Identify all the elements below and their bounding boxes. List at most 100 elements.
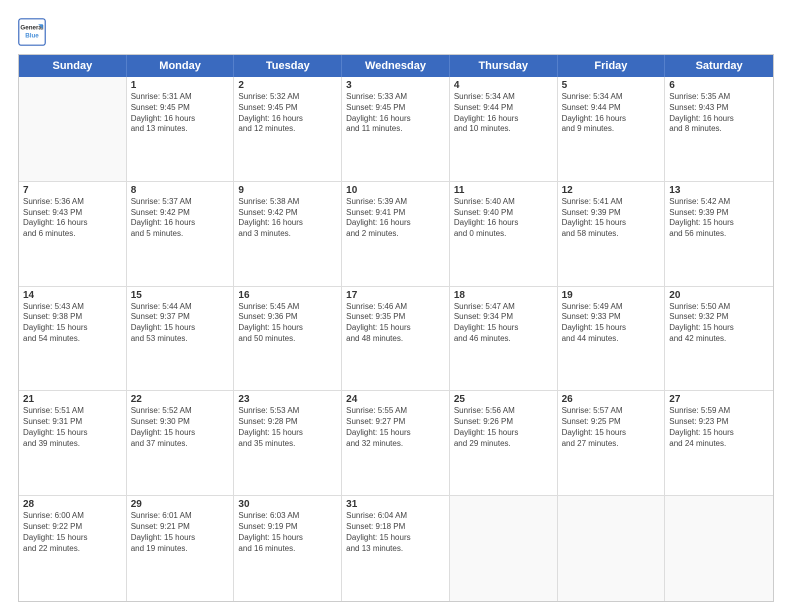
calendar-cell: 17Sunrise: 5:46 AM Sunset: 9:35 PM Dayli…	[342, 287, 450, 391]
day-info: Sunrise: 5:52 AM Sunset: 9:30 PM Dayligh…	[131, 406, 230, 449]
calendar-cell: 7Sunrise: 5:36 AM Sunset: 9:43 PM Daylig…	[19, 182, 127, 286]
calendar-cell: 25Sunrise: 5:56 AM Sunset: 9:26 PM Dayli…	[450, 391, 558, 495]
day-info: Sunrise: 6:04 AM Sunset: 9:18 PM Dayligh…	[346, 511, 445, 554]
day-number: 11	[454, 185, 553, 196]
calendar-cell: 10Sunrise: 5:39 AM Sunset: 9:41 PM Dayli…	[342, 182, 450, 286]
calendar-week-5: 28Sunrise: 6:00 AM Sunset: 9:22 PM Dayli…	[19, 496, 773, 601]
calendar-cell: 12Sunrise: 5:41 AM Sunset: 9:39 PM Dayli…	[558, 182, 666, 286]
day-number: 17	[346, 290, 445, 301]
day-number: 3	[346, 80, 445, 91]
calendar-cell: 20Sunrise: 5:50 AM Sunset: 9:32 PM Dayli…	[665, 287, 773, 391]
day-info: Sunrise: 5:50 AM Sunset: 9:32 PM Dayligh…	[669, 302, 769, 345]
day-number: 25	[454, 394, 553, 405]
day-number: 31	[346, 499, 445, 510]
day-number: 18	[454, 290, 553, 301]
calendar-page: General Blue SundayMondayTuesdayWednesda…	[0, 0, 792, 612]
logo: General Blue	[18, 18, 46, 46]
day-number: 9	[238, 185, 337, 196]
calendar-cell	[665, 496, 773, 601]
calendar-cell: 28Sunrise: 6:00 AM Sunset: 9:22 PM Dayli…	[19, 496, 127, 601]
calendar-cell: 13Sunrise: 5:42 AM Sunset: 9:39 PM Dayli…	[665, 182, 773, 286]
day-number: 13	[669, 185, 769, 196]
day-number: 5	[562, 80, 661, 91]
calendar-body: 1Sunrise: 5:31 AM Sunset: 9:45 PM Daylig…	[19, 77, 773, 601]
calendar-week-2: 7Sunrise: 5:36 AM Sunset: 9:43 PM Daylig…	[19, 182, 773, 287]
calendar-cell: 27Sunrise: 5:59 AM Sunset: 9:23 PM Dayli…	[665, 391, 773, 495]
day-info: Sunrise: 5:43 AM Sunset: 9:38 PM Dayligh…	[23, 302, 122, 345]
day-info: Sunrise: 5:36 AM Sunset: 9:43 PM Dayligh…	[23, 197, 122, 240]
calendar-cell: 19Sunrise: 5:49 AM Sunset: 9:33 PM Dayli…	[558, 287, 666, 391]
calendar-cell: 23Sunrise: 5:53 AM Sunset: 9:28 PM Dayli…	[234, 391, 342, 495]
calendar-cell: 1Sunrise: 5:31 AM Sunset: 9:45 PM Daylig…	[127, 77, 235, 181]
day-info: Sunrise: 5:31 AM Sunset: 9:45 PM Dayligh…	[131, 92, 230, 135]
page-header: General Blue	[18, 18, 774, 46]
day-info: Sunrise: 5:34 AM Sunset: 9:44 PM Dayligh…	[454, 92, 553, 135]
calendar-cell: 26Sunrise: 5:57 AM Sunset: 9:25 PM Dayli…	[558, 391, 666, 495]
day-number: 22	[131, 394, 230, 405]
day-number: 8	[131, 185, 230, 196]
day-info: Sunrise: 5:44 AM Sunset: 9:37 PM Dayligh…	[131, 302, 230, 345]
day-number: 23	[238, 394, 337, 405]
day-number: 7	[23, 185, 122, 196]
day-number: 24	[346, 394, 445, 405]
day-info: Sunrise: 5:42 AM Sunset: 9:39 PM Dayligh…	[669, 197, 769, 240]
header-day-friday: Friday	[558, 55, 666, 77]
day-number: 19	[562, 290, 661, 301]
day-number: 16	[238, 290, 337, 301]
header-day-saturday: Saturday	[665, 55, 773, 77]
logo-icon: General Blue	[18, 18, 46, 46]
day-info: Sunrise: 5:55 AM Sunset: 9:27 PM Dayligh…	[346, 406, 445, 449]
calendar-cell	[450, 496, 558, 601]
svg-text:Blue: Blue	[25, 32, 39, 39]
day-number: 26	[562, 394, 661, 405]
day-info: Sunrise: 5:47 AM Sunset: 9:34 PM Dayligh…	[454, 302, 553, 345]
day-info: Sunrise: 5:34 AM Sunset: 9:44 PM Dayligh…	[562, 92, 661, 135]
calendar-week-4: 21Sunrise: 5:51 AM Sunset: 9:31 PM Dayli…	[19, 391, 773, 496]
calendar-cell: 9Sunrise: 5:38 AM Sunset: 9:42 PM Daylig…	[234, 182, 342, 286]
calendar-cell: 18Sunrise: 5:47 AM Sunset: 9:34 PM Dayli…	[450, 287, 558, 391]
calendar-cell: 4Sunrise: 5:34 AM Sunset: 9:44 PM Daylig…	[450, 77, 558, 181]
calendar-cell: 11Sunrise: 5:40 AM Sunset: 9:40 PM Dayli…	[450, 182, 558, 286]
header-day-tuesday: Tuesday	[234, 55, 342, 77]
calendar-cell: 21Sunrise: 5:51 AM Sunset: 9:31 PM Dayli…	[19, 391, 127, 495]
header-day-monday: Monday	[127, 55, 235, 77]
day-number: 30	[238, 499, 337, 510]
calendar-cell: 16Sunrise: 5:45 AM Sunset: 9:36 PM Dayli…	[234, 287, 342, 391]
calendar-cell: 29Sunrise: 6:01 AM Sunset: 9:21 PM Dayli…	[127, 496, 235, 601]
day-number: 20	[669, 290, 769, 301]
day-number: 27	[669, 394, 769, 405]
day-info: Sunrise: 5:51 AM Sunset: 9:31 PM Dayligh…	[23, 406, 122, 449]
header-day-sunday: Sunday	[19, 55, 127, 77]
header-day-thursday: Thursday	[450, 55, 558, 77]
day-info: Sunrise: 5:53 AM Sunset: 9:28 PM Dayligh…	[238, 406, 337, 449]
calendar-week-1: 1Sunrise: 5:31 AM Sunset: 9:45 PM Daylig…	[19, 77, 773, 182]
day-info: Sunrise: 5:37 AM Sunset: 9:42 PM Dayligh…	[131, 197, 230, 240]
day-info: Sunrise: 5:40 AM Sunset: 9:40 PM Dayligh…	[454, 197, 553, 240]
day-info: Sunrise: 5:56 AM Sunset: 9:26 PM Dayligh…	[454, 406, 553, 449]
calendar-cell: 31Sunrise: 6:04 AM Sunset: 9:18 PM Dayli…	[342, 496, 450, 601]
calendar-week-3: 14Sunrise: 5:43 AM Sunset: 9:38 PM Dayli…	[19, 287, 773, 392]
day-number: 6	[669, 80, 769, 91]
day-info: Sunrise: 5:39 AM Sunset: 9:41 PM Dayligh…	[346, 197, 445, 240]
calendar-cell: 3Sunrise: 5:33 AM Sunset: 9:45 PM Daylig…	[342, 77, 450, 181]
header-day-wednesday: Wednesday	[342, 55, 450, 77]
calendar-cell: 6Sunrise: 5:35 AM Sunset: 9:43 PM Daylig…	[665, 77, 773, 181]
day-number: 1	[131, 80, 230, 91]
day-info: Sunrise: 5:46 AM Sunset: 9:35 PM Dayligh…	[346, 302, 445, 345]
day-number: 4	[454, 80, 553, 91]
calendar-cell: 15Sunrise: 5:44 AM Sunset: 9:37 PM Dayli…	[127, 287, 235, 391]
day-info: Sunrise: 5:57 AM Sunset: 9:25 PM Dayligh…	[562, 406, 661, 449]
calendar-cell	[19, 77, 127, 181]
day-number: 21	[23, 394, 122, 405]
day-number: 15	[131, 290, 230, 301]
day-info: Sunrise: 5:33 AM Sunset: 9:45 PM Dayligh…	[346, 92, 445, 135]
day-info: Sunrise: 6:00 AM Sunset: 9:22 PM Dayligh…	[23, 511, 122, 554]
calendar-cell: 14Sunrise: 5:43 AM Sunset: 9:38 PM Dayli…	[19, 287, 127, 391]
calendar-cell: 30Sunrise: 6:03 AM Sunset: 9:19 PM Dayli…	[234, 496, 342, 601]
day-info: Sunrise: 5:59 AM Sunset: 9:23 PM Dayligh…	[669, 406, 769, 449]
day-info: Sunrise: 6:03 AM Sunset: 9:19 PM Dayligh…	[238, 511, 337, 554]
day-number: 28	[23, 499, 122, 510]
day-info: Sunrise: 5:45 AM Sunset: 9:36 PM Dayligh…	[238, 302, 337, 345]
day-number: 29	[131, 499, 230, 510]
calendar-grid: SundayMondayTuesdayWednesdayThursdayFrid…	[18, 54, 774, 602]
